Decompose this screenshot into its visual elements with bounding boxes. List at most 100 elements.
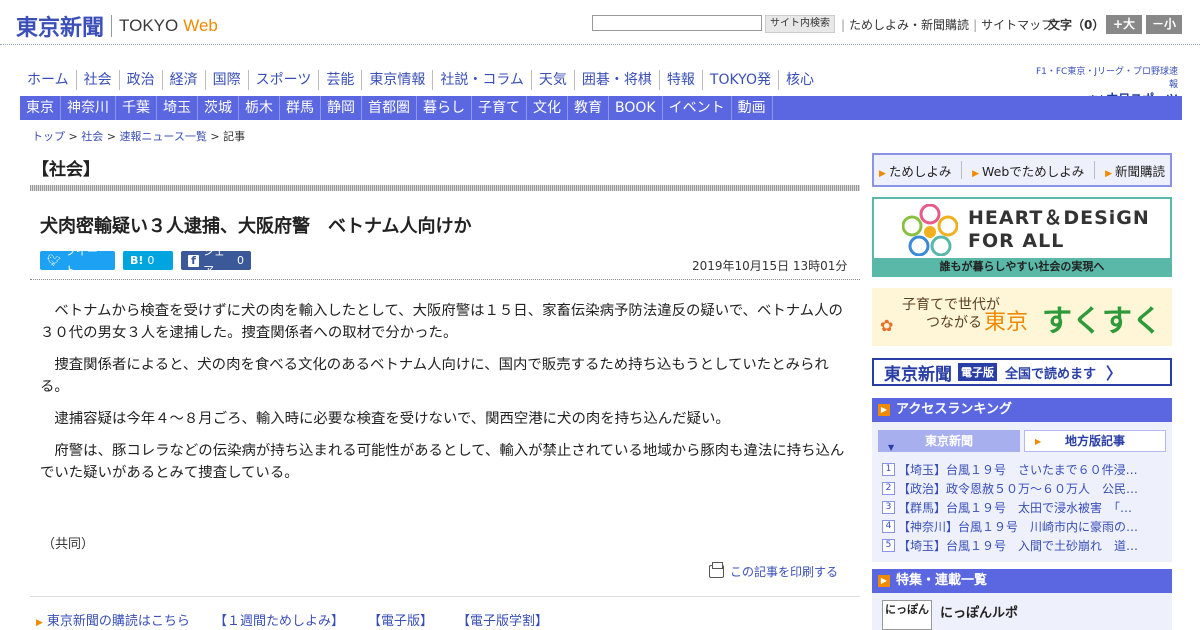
region-item-event[interactable]: イベント <box>663 96 732 120</box>
arrow-right-icon: ▶ <box>972 168 980 179</box>
nav-item-go-shogi[interactable]: 囲碁・将棋 <box>575 70 660 90</box>
subscription-links: ▶ 東京新聞の購読はこちら 【１週間ためしよみ】 【電子版】 【電子版学割】 <box>36 610 548 629</box>
trial-subscribe-link[interactable]: ためしよみ・新聞購読 <box>849 16 969 33</box>
logo-web: Web <box>183 16 218 35</box>
hatena-icon: B! <box>130 254 144 267</box>
rank-title: 【埼玉】台風１９号 入間で土砂崩れ 道… <box>898 539 1139 553</box>
tab-local-articles[interactable]: ▶ 地方版記事 <box>1024 430 1166 452</box>
sitemap-link[interactable]: サイトマップ <box>981 16 1053 33</box>
trial-link[interactable]: ▶ ためしよみ <box>879 161 951 180</box>
subscribe-link[interactable]: ▶ 東京新聞の購読はこちら <box>36 610 190 629</box>
denshi-logo: 東京新聞 <box>884 364 952 385</box>
nav-item-tokyo-info[interactable]: 東京情報 <box>362 70 434 90</box>
nav-item-politics[interactable]: 政治 <box>120 70 163 90</box>
article-paragraph: 捜査関係者によると、犬の肉を食べる文化のあるベトナム人向けに、国内で販売するため… <box>40 357 829 395</box>
tab-local-articles-label: 地方版記事 <box>1064 434 1125 448</box>
nav-item-entertainment[interactable]: 芸能 <box>319 70 363 90</box>
features-title: 特集・連載一覧 <box>896 573 988 588</box>
sukusuku-title: すくすく <box>1042 304 1162 339</box>
site-header: 東京新聞 TOKYO Web サイト内検索 | ためしよみ・新聞購読 | サイト… <box>0 0 1200 46</box>
tweet-button[interactable]: 🐦︎ ツイート <box>40 245 115 277</box>
region-item-tokyo[interactable]: 東京 <box>20 96 61 120</box>
hatena-bookmark-button[interactable]: B! 0 <box>123 251 173 270</box>
nav-item-special-report[interactable]: 特報 <box>660 70 703 90</box>
breadcrumb-news-list[interactable]: 速報ニュース一覧 <box>119 130 206 143</box>
feature-item-title[interactable]: にっぽんルポ <box>940 602 1018 621</box>
nav-item-sports[interactable]: スポーツ <box>249 70 320 90</box>
search-input[interactable] <box>592 15 762 31</box>
region-item-saitama[interactable]: 埼玉 <box>157 96 198 120</box>
digital-edition-banner[interactable]: 東京新聞 電子版 全国で読めます 〉 <box>872 358 1172 386</box>
logo-japanese: 東京新聞 <box>16 15 105 41</box>
chevron-right-icon: 〉 <box>1106 364 1123 383</box>
facebook-icon: f <box>188 254 199 267</box>
ranking-item[interactable]: 5 【埼玉】台風１９号 入間で土砂崩れ 道… <box>882 536 1164 555</box>
region-item-chiba[interactable]: 千葉 <box>116 96 157 120</box>
region-item-living[interactable]: 暮らし <box>417 96 472 120</box>
arrow-right-icon: ▶ <box>36 618 43 628</box>
region-item-tochigi[interactable]: 栃木 <box>239 96 280 120</box>
rank-number: 3 <box>882 501 895 514</box>
nav-item-editorial[interactable]: 社説・コラム <box>433 70 532 90</box>
region-item-culture[interactable]: 文化 <box>527 96 568 120</box>
font-larger-button[interactable]: +大 <box>1106 15 1142 34</box>
tab-tokyo-shimbun[interactable]: ▼ 東京新聞 <box>878 430 1020 452</box>
print-article-button[interactable]: この記事を印刷する <box>709 562 838 580</box>
region-item-shutoken[interactable]: 首都圏 <box>362 96 417 120</box>
ranking-item[interactable]: 1 【埼玉】台風１９号 さいたまで６０件浸… <box>882 460 1164 479</box>
heart-title-line2: FOR ALL <box>968 230 1065 252</box>
link-divider: | <box>841 17 846 32</box>
digital-edition-link[interactable]: 【電子版】 <box>368 610 433 629</box>
region-item-gunma[interactable]: 群馬 <box>280 96 321 120</box>
article-divider <box>30 279 860 280</box>
heart-design-banner[interactable]: HEART＆DESiGN FOR ALL 誰もが暮らしやすい社会の実現へ <box>872 197 1172 277</box>
nav-item-kakushin[interactable]: 核心 <box>779 70 821 90</box>
web-trial-link[interactable]: ▶ Webでためしよみ <box>972 161 1084 180</box>
nav-item-society[interactable]: 社会 <box>77 70 120 90</box>
nav-item-tokyo-hatsu[interactable]: TOKYO発 <box>703 70 779 90</box>
nav-item-world[interactable]: 国際 <box>206 70 249 90</box>
region-item-video[interactable]: 動画 <box>732 96 773 120</box>
article-paragraph: 逮捕容疑は今年４～８月ごろ、輸入時に必要な検査を受けないで、関西空港に犬の肉を持… <box>54 411 730 427</box>
region-item-parenting[interactable]: 子育て <box>472 96 527 120</box>
breadcrumb-society[interactable]: 社会 <box>81 130 103 143</box>
denshi-text: 全国で読めます <box>1005 366 1097 382</box>
facebook-share-label: シェア <box>202 244 225 277</box>
subscribe-newspaper-link[interactable]: ▶ 新聞購読 <box>1105 161 1165 180</box>
sukusuku-banner[interactable]: ✿ 子育てで世代が つながる 東京 すくすく <box>872 288 1172 346</box>
rank-number: 5 <box>882 539 895 552</box>
tab-tokyo-shimbun-label: 東京新聞 <box>924 434 973 448</box>
article-date: 2019年10月15日 13時01分 <box>692 259 848 273</box>
chunichi-tagline: F1・FC東京・Jリーグ・プロ野球速報 <box>1035 67 1178 90</box>
region-item-education[interactable]: 教育 <box>568 96 609 120</box>
article-paragraph: ベトナムから検査を受けずに犬の肉を輸入したとして、大阪府警は１５日、家畜伝染病予… <box>40 303 843 341</box>
ranking-item[interactable]: 4 【神奈川】台風１９号 川崎市内に豪雨の… <box>882 517 1164 536</box>
printer-icon <box>709 562 724 578</box>
digital-student-link[interactable]: 【電子版学割】 <box>457 610 548 629</box>
breadcrumb-top[interactable]: トップ <box>32 130 65 143</box>
facebook-share-button[interactable]: f シェア 0 <box>181 245 251 277</box>
twitter-bird-icon: 🐦︎ <box>47 254 61 267</box>
heart-title-line1: HEART＆DESiGN <box>968 207 1150 229</box>
region-item-shizuoka[interactable]: 静岡 <box>321 96 362 120</box>
site-logo[interactable]: 東京新聞 TOKYO Web <box>16 10 218 42</box>
one-week-trial-link[interactable]: 【１週間ためしよみ】 <box>214 610 344 629</box>
tweet-label: ツイート <box>64 244 98 277</box>
region-item-book[interactable]: BOOK <box>609 96 663 120</box>
main-nav: ホーム 社会 政治 経済 国際 スポーツ 芸能 東京情報 社説・コラム 天気 囲… <box>20 70 821 90</box>
feature-thumbnail[interactable]: にっぽん <box>882 600 932 630</box>
nav-item-weather[interactable]: 天気 <box>532 70 575 90</box>
article-headline: 犬肉密輸疑い３人逮捕、大阪府警 ベトナム人向けか <box>40 216 472 237</box>
ranking-item[interactable]: 3 【群馬】台風１９号 太田で浸水被害 「… <box>882 498 1164 517</box>
section-title: 【社会】 <box>32 160 100 180</box>
nav-item-home[interactable]: ホーム <box>20 70 77 90</box>
font-smaller-button[interactable]: －小 <box>1146 15 1182 34</box>
link-divider: | <box>973 17 978 32</box>
region-item-ibaraki[interactable]: 茨城 <box>198 96 239 120</box>
ranking-item[interactable]: 2 【政治】政令恩赦５０万～６０万人 公民… <box>882 479 1164 498</box>
nav-item-economy[interactable]: 経済 <box>163 70 206 90</box>
search-button[interactable]: サイト内検索 <box>765 15 835 33</box>
arrow-right-icon: ▶ <box>1105 168 1112 179</box>
region-nav: 東京 神奈川 千葉 埼玉 茨城 栃木 群馬 静岡 首都圏 暮らし 子育て 文化 … <box>20 96 1182 120</box>
region-item-kanagawa[interactable]: 神奈川 <box>61 96 116 120</box>
